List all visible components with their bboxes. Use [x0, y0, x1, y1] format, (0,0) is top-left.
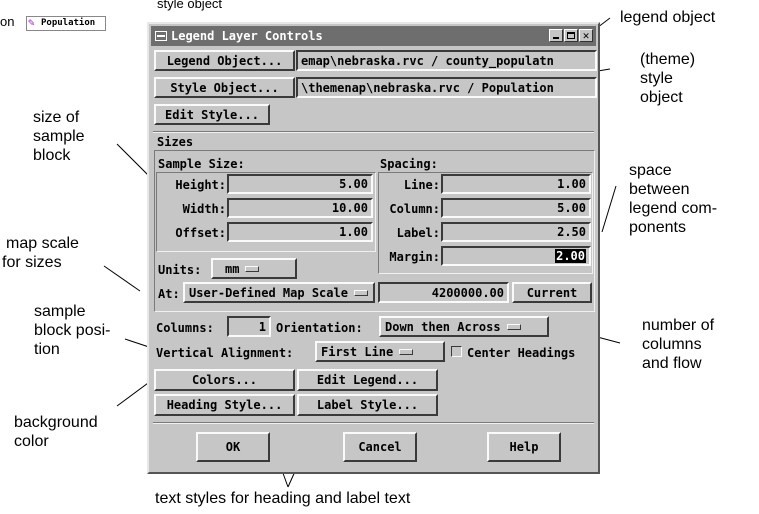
height-field[interactable]: 5.00 [227, 174, 373, 194]
units-value: mm [225, 261, 240, 276]
heading-style-button[interactable]: Heading Style... [154, 394, 295, 416]
annotation-space-1: space [629, 162, 672, 179]
window-title: Legend Layer Controls [171, 29, 323, 43]
annotation-text-styles: text styles for heading and label text [155, 490, 411, 507]
annotation-background-2: color [14, 433, 49, 450]
close-icon[interactable]: ✕ [579, 29, 593, 42]
annotation-style-object-1: (theme) [640, 51, 696, 68]
annotation-block-pos-3: tion [34, 341, 60, 358]
ok-button[interactable]: OK [196, 432, 270, 462]
map-scale-field[interactable]: 4200000.00 [378, 282, 509, 303]
top-partial-left-text: on [0, 14, 15, 29]
columns-label: Columns: [156, 321, 214, 335]
margin-label: Margin: [389, 250, 440, 264]
dropdown-indicator-icon [399, 348, 414, 355]
style-object-button[interactable]: Style Object... [154, 77, 295, 98]
scale-mode-dropdown[interactable]: User-Defined Map Scale [183, 282, 375, 303]
height-label: Height: [175, 178, 226, 192]
line-field[interactable]: 1.00 [441, 174, 591, 194]
units-dropdown[interactable]: mm [211, 258, 297, 279]
annotation-style-object-3: object [640, 89, 683, 106]
annotation-background-1: background [14, 414, 98, 431]
annotation-sample-size-2: sample [33, 128, 85, 145]
style-object-path-field[interactable]: \themenap\nebraska.rvc / Population [296, 77, 597, 98]
column-label: Column: [389, 202, 440, 216]
population-style-icon: Population [26, 12, 106, 31]
sizes-group-label: Sizes [157, 135, 194, 149]
orientation-value: Down then Across [385, 319, 501, 334]
annotation-space-4: ponents [629, 219, 686, 236]
divider [153, 422, 594, 424]
annotation-map-scale-1: map scale [6, 235, 79, 252]
divider [153, 131, 594, 133]
width-label: Width: [182, 202, 226, 216]
title-bar[interactable]: Legend Layer Controls ✕ [151, 26, 596, 46]
legend-object-button[interactable]: Legend Object... [154, 50, 295, 71]
annotation-space-3: legend com- [629, 200, 718, 217]
center-headings-label: Center Headings [467, 346, 576, 360]
offset-field[interactable]: 1.00 [227, 222, 373, 242]
annotation-columns-2: columns [642, 336, 702, 353]
vertical-alignment-label: Vertical Alignment: [156, 346, 294, 360]
dropdown-indicator-icon [245, 265, 260, 272]
dropdown-indicator-icon [353, 289, 368, 296]
orientation-label: Orientation: [276, 321, 363, 335]
margin-field[interactable]: 2.00 [441, 246, 591, 266]
annotation-block-pos-1: sample [34, 303, 86, 320]
at-label: At: [158, 287, 180, 301]
annotation-sample-size-3: block [33, 147, 71, 164]
top-partial-cutoff-text: style object [157, 0, 223, 11]
line-label: Line: [403, 178, 440, 192]
legend-layer-controls-dialog: Legend Layer Controls ✕ Legend Object...… [147, 22, 600, 474]
units-label: Units: [158, 263, 202, 277]
label-spacing-label: Label: [396, 226, 440, 240]
legend-object-path-field[interactable]: emap\nebraska.rvc / county_populatn [296, 50, 597, 71]
center-headings-checkbox[interactable] [451, 346, 462, 357]
annotation-legend-object: legend object [620, 9, 716, 26]
annotation-style-object-2: style [640, 70, 673, 87]
annotation-columns-1: number of [642, 317, 715, 334]
cancel-button[interactable]: Cancel [343, 432, 417, 462]
help-button[interactable]: Help [487, 432, 561, 462]
colors-button[interactable]: Colors... [154, 369, 295, 391]
width-field[interactable]: 10.00 [227, 198, 373, 218]
edit-style-button[interactable]: Edit Style... [154, 104, 270, 125]
offset-label: Offset: [175, 226, 226, 240]
orientation-dropdown[interactable]: Down then Across [379, 316, 549, 337]
sample-size-label: Sample Size: [158, 157, 245, 171]
vertical-alignment-value: First Line [321, 344, 394, 359]
window-menu-icon[interactable] [155, 31, 167, 41]
columns-field[interactable]: 1 [227, 316, 271, 337]
vertical-alignment-dropdown[interactable]: First Line [315, 341, 445, 362]
column-field[interactable]: 5.00 [441, 198, 591, 218]
label-spacing-field[interactable]: 2.50 [441, 222, 591, 242]
dropdown-indicator-icon [506, 323, 521, 330]
annotation-sample-size-1: size of [33, 109, 80, 126]
label-style-button[interactable]: Label Style... [297, 394, 438, 416]
scale-mode-value: User-Defined Map Scale [189, 285, 348, 300]
minimize-icon[interactable] [549, 29, 563, 42]
maximize-icon[interactable] [564, 29, 578, 42]
population-icon-label: Population [26, 16, 106, 31]
margin-value-selected: 2.00 [555, 249, 586, 263]
edit-legend-button[interactable]: Edit Legend... [297, 369, 438, 391]
spacing-label: Spacing: [380, 157, 438, 171]
annotation-space-2: between [629, 181, 690, 198]
current-scale-button[interactable]: Current [512, 282, 592, 303]
annotation-block-pos-2: block posi- [34, 322, 111, 339]
annotation-map-scale-2: for sizes [2, 254, 62, 271]
annotation-columns-3: and flow [642, 355, 702, 372]
